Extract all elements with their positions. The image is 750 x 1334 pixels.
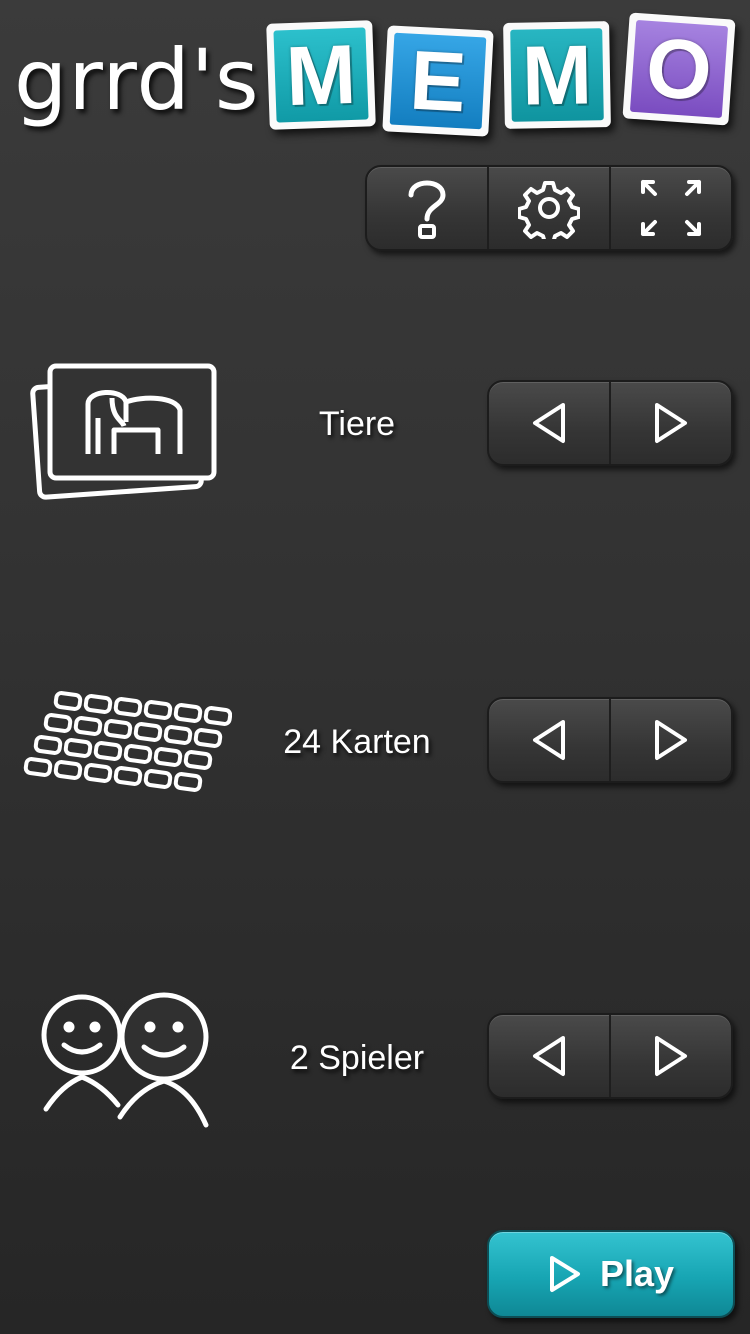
logo-tile-m2: M <box>503 21 611 129</box>
grid-card-shape <box>143 769 173 789</box>
card-grid-icon <box>23 691 232 792</box>
arrow-left-icon <box>533 720 565 760</box>
grid-card-shape <box>113 766 143 786</box>
logo-tile-e: E <box>382 25 494 137</box>
grid-card-shape <box>203 706 232 726</box>
players-stepper <box>487 1013 733 1099</box>
players-previous-button[interactable] <box>489 1015 609 1097</box>
grid-card-shape <box>173 772 203 792</box>
grid-card-shape <box>73 716 103 736</box>
grid-card-shape <box>93 741 123 761</box>
grid-card-shape <box>53 760 83 780</box>
players-next-button[interactable] <box>609 1015 731 1097</box>
logo-tile-m1: M <box>266 20 376 130</box>
grid-card-shape <box>183 750 213 770</box>
animal-cards-icon <box>30 363 217 500</box>
two-players-icon <box>41 992 209 1128</box>
play-button[interactable]: Play <box>487 1230 735 1318</box>
help-button[interactable] <box>367 167 487 249</box>
grid-card-shape <box>113 697 143 717</box>
grid-card-shape <box>193 728 223 748</box>
arrow-left-icon <box>533 403 565 443</box>
cards-stepper <box>487 697 733 783</box>
theme-next-button[interactable] <box>609 382 731 464</box>
grid-card-shape <box>63 738 93 758</box>
grid-card-shape <box>163 725 193 745</box>
cards-previous-button[interactable] <box>489 699 609 781</box>
logo-tile-o: O <box>622 12 736 126</box>
logo-letter: E <box>389 33 487 129</box>
arrow-left-icon <box>533 1036 565 1076</box>
grid-card-shape <box>83 694 113 714</box>
grid-card-shape <box>43 713 73 733</box>
theme-value: Tiere <box>318 405 396 443</box>
grid-card-shape <box>103 719 133 739</box>
logo-letter: M <box>510 27 604 123</box>
theme-previous-button[interactable] <box>489 382 609 464</box>
grid-card-shape <box>83 763 113 783</box>
grid-card-shape <box>53 691 83 711</box>
logo-letter: O <box>629 20 729 118</box>
grid-card-shape <box>33 735 63 755</box>
grid-card-shape <box>133 722 163 742</box>
arrow-right-icon <box>655 1036 687 1076</box>
grid-card-shape <box>123 744 153 764</box>
grid-card-shape <box>23 757 53 777</box>
cards-next-button[interactable] <box>609 699 731 781</box>
app-title-prefix: grrd's <box>14 31 260 129</box>
fullscreen-icon <box>641 180 701 236</box>
theme-stepper <box>487 380 733 466</box>
help-icon <box>408 180 446 239</box>
grid-card-shape <box>173 703 203 723</box>
logo-letter: M <box>273 27 369 123</box>
play-icon <box>549 1256 580 1292</box>
play-label: Play <box>599 1253 675 1294</box>
settings-gear-icon <box>518 181 580 239</box>
arrow-right-icon <box>655 720 687 760</box>
grid-card-shape <box>143 700 173 720</box>
top-toolbar <box>365 165 733 251</box>
fullscreen-button[interactable] <box>609 167 731 249</box>
arrow-right-icon <box>655 403 687 443</box>
settings-button[interactable] <box>487 167 609 249</box>
players-value: 2 Spieler <box>289 1039 425 1077</box>
grid-card-shape <box>153 747 183 767</box>
cards-value: 24 Karten <box>283 723 431 761</box>
